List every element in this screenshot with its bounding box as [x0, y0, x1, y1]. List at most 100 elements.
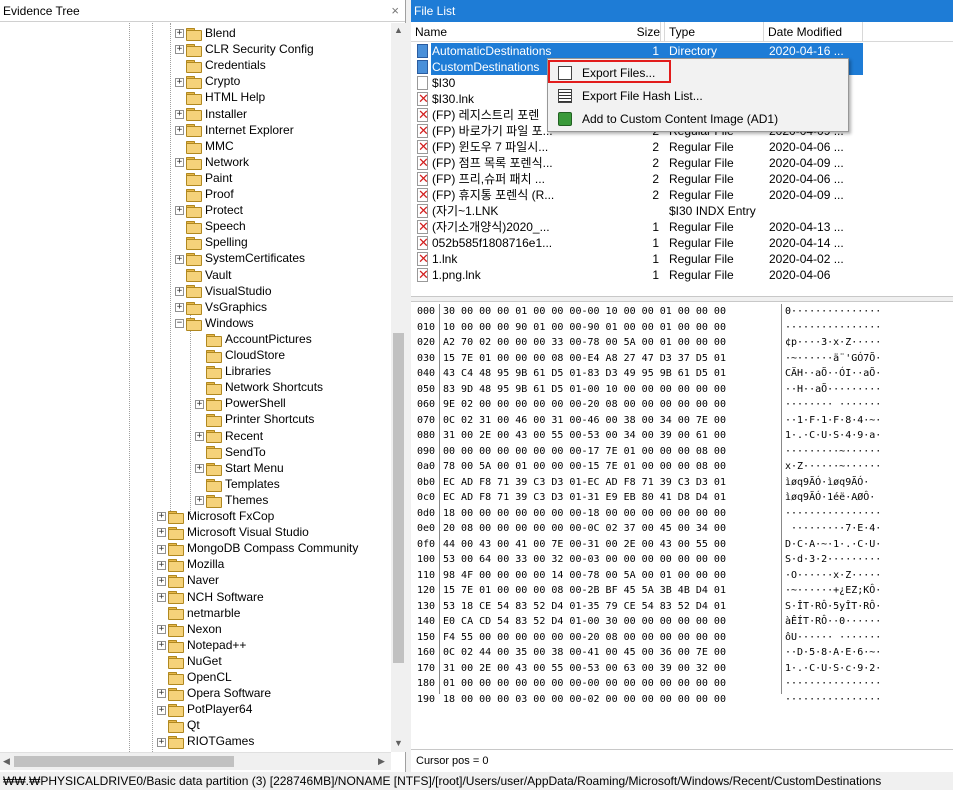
tree-node[interactable]: + Protect — [175, 202, 243, 218]
expand-toggle-icon[interactable]: + — [175, 286, 184, 296]
tree-scroll-thumb[interactable] — [393, 333, 404, 663]
expand-toggle-icon[interactable]: + — [195, 496, 204, 506]
expand-toggle-icon[interactable]: + — [175, 77, 184, 87]
tree-node[interactable]: + NCH Software — [157, 589, 264, 605]
tree-node[interactable]: + Recent — [195, 428, 263, 444]
scroll-left-icon[interactable]: ◀ — [3, 756, 10, 767]
hex-viewer[interactable]: 000 30 00 00 00 01 00 00 00-00 10 00 00 0… — [411, 304, 953, 749]
tree-node[interactable]: + CLR Security Config — [175, 41, 314, 57]
column-date-modified[interactable]: Date Modified — [764, 22, 863, 42]
tree-node[interactable]: CloudStore — [195, 347, 285, 363]
tree-node[interactable]: + RIOTGames — [157, 733, 254, 750]
tree-node[interactable]: + PotPlayer64 — [157, 701, 252, 718]
expand-toggle-icon[interactable]: + — [157, 625, 166, 635]
tree-node[interactable]: + PowerShell — [195, 395, 286, 412]
expand-toggle-icon[interactable]: + — [157, 544, 166, 554]
tree-node[interactable]: + Naver — [157, 572, 219, 589]
expand-toggle-icon[interactable]: + — [157, 705, 166, 715]
expand-toggle-icon[interactable]: + — [175, 29, 184, 39]
tree-node-label: NCH Software — [187, 589, 264, 604]
menu-add-custom-image[interactable]: Add to Custom Content Image (AD1) — [550, 108, 846, 130]
file-row[interactable]: (FP) 프리,슈퍼 패치 ... 2 Regular File 2020-04-06… — [411, 171, 953, 188]
tree-node[interactable]: SendTo — [195, 444, 266, 460]
tree-node[interactable]: + VisualStudio — [175, 283, 272, 299]
tree-node[interactable]: AccountPictures — [195, 331, 312, 347]
file-row[interactable]: (FP) 휴지통 포렌식 (R... 2 Regular File 2020-04-0… — [411, 187, 953, 204]
pane-splitter[interactable] — [411, 296, 953, 302]
tree-node[interactable]: + MongoDB Compass Community — [157, 540, 358, 557]
tree-node[interactable]: + Start Menu — [195, 460, 284, 476]
file-row[interactable]: AutomaticDestinations 1 Directory 2020-04-1… — [411, 43, 953, 59]
tree-node[interactable]: + Network — [175, 154, 249, 170]
file-row[interactable]: (자기소개양식)2020_... 1 Regular File 2020-04-13 … — [411, 219, 953, 236]
tree-node[interactable]: HTML Help — [175, 89, 265, 106]
expand-toggle-icon[interactable]: + — [175, 254, 184, 264]
close-icon[interactable]: × — [391, 3, 399, 18]
tree-node[interactable]: + Opera Software — [157, 685, 271, 701]
tree-node[interactable]: + Internet Explorer — [175, 122, 294, 138]
tree-node[interactable]: + Blend — [175, 25, 236, 41]
file-name: (FP) 프리,슈퍼 패치 ... — [432, 172, 545, 186]
file-row[interactable]: (FP) 윈도우 7 파일시... 2 Regular File 2020-04-06… — [411, 139, 953, 156]
tree-node[interactable]: + VsGraphics — [175, 299, 267, 315]
tree-node-label: Internet Explorer — [205, 122, 294, 137]
expand-toggle-icon[interactable]: − — [175, 319, 184, 329]
scroll-down-icon[interactable]: ▼ — [394, 738, 403, 748]
tree-node[interactable]: + Mozilla — [157, 556, 224, 573]
tree-hscroll-thumb[interactable] — [14, 756, 234, 767]
file-row[interactable]: (자기~1.LNK $I30 INDX Entry — [411, 203, 953, 220]
tree-node[interactable]: Templates — [195, 476, 280, 492]
expand-toggle-icon[interactable]: + — [157, 592, 166, 602]
tree-node[interactable]: + Installer — [175, 106, 247, 122]
scroll-up-icon[interactable]: ▲ — [394, 25, 403, 35]
tree-node[interactable]: Network Shortcuts — [195, 379, 323, 396]
tree-node[interactable]: Spelling — [175, 234, 248, 251]
tree-node[interactable]: Proof — [175, 186, 234, 202]
tree-node[interactable]: + Nexon — [157, 621, 222, 637]
tree-node[interactable]: Credentials — [175, 57, 266, 74]
tree-horizontal-scrollbar[interactable]: ◀ ▶ — [0, 752, 391, 770]
tree-node[interactable]: OpenCL — [157, 669, 232, 685]
expand-toggle-icon[interactable]: + — [175, 45, 184, 55]
tree-node[interactable]: + Crypto — [175, 73, 240, 90]
tree-node[interactable]: Vault — [175, 267, 231, 283]
file-row[interactable]: 052b585f1808716e1... 1 Regular File 2020-04… — [411, 235, 953, 252]
expand-toggle-icon[interactable]: + — [157, 560, 166, 570]
tree-node[interactable]: + Themes — [195, 492, 268, 508]
tree-node[interactable]: Speech — [175, 218, 246, 235]
expand-toggle-icon[interactable]: + — [157, 528, 166, 538]
file-row[interactable]: 1.lnk 1 Regular File 2020-04-02 ... — [411, 251, 953, 268]
expand-toggle-icon[interactable]: + — [195, 464, 204, 474]
expand-toggle-icon[interactable]: + — [175, 109, 184, 119]
expand-toggle-icon[interactable]: + — [157, 576, 166, 586]
tree-node[interactable]: + Notepad++ — [157, 637, 246, 653]
expand-toggle-icon[interactable]: + — [157, 641, 166, 651]
expand-toggle-icon[interactable]: + — [195, 431, 204, 441]
tree-node[interactable]: − Windows — [175, 315, 254, 331]
expand-toggle-icon[interactable]: + — [175, 206, 184, 216]
menu-export-hash-list[interactable]: Export File Hash List... — [550, 85, 846, 107]
tree-node[interactable]: + SystemCertificates — [175, 250, 305, 267]
expand-toggle-icon[interactable]: + — [175, 158, 184, 168]
tree-node[interactable]: + Microsoft Visual Studio — [157, 524, 309, 540]
expand-toggle-icon[interactable]: + — [175, 125, 184, 135]
tree-node[interactable]: + Microsoft FxCop — [157, 508, 274, 524]
expand-toggle-icon[interactable]: + — [175, 303, 184, 313]
column-type[interactable]: Type — [665, 22, 764, 42]
expand-toggle-icon[interactable]: + — [157, 512, 166, 522]
scroll-right-icon[interactable]: ▶ — [378, 756, 385, 767]
tree-node[interactable]: Printer Shortcuts — [195, 411, 314, 428]
expand-toggle-icon[interactable]: + — [157, 689, 166, 699]
tree-node[interactable]: Paint — [175, 170, 232, 186]
expand-toggle-icon[interactable]: + — [157, 737, 166, 747]
file-row[interactable]: (FP) 점프 목록 포렌식... 2 Regular File 2020-04-09… — [411, 155, 953, 172]
tree-node[interactable]: Libraries — [195, 363, 271, 379]
tree-node[interactable]: MMC — [175, 138, 234, 154]
expand-toggle-icon[interactable]: + — [195, 399, 204, 409]
column-size[interactable]: Size — [623, 22, 665, 42]
tree-node[interactable]: NuGet — [157, 653, 222, 669]
tree-node[interactable]: Qt — [157, 717, 200, 734]
tree-node[interactable]: netmarble — [157, 605, 240, 621]
tree-vertical-scrollbar[interactable]: ▲ ▼ — [391, 23, 406, 752]
file-row[interactable]: 1.png.lnk 1 Regular File 2020-04-06 — [411, 267, 953, 284]
